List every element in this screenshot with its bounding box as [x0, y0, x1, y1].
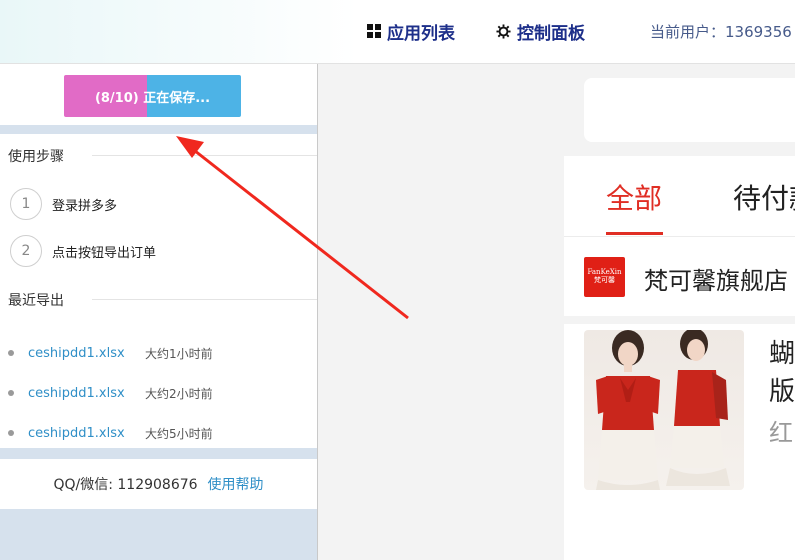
step-number: 2	[10, 235, 42, 267]
panel-footer: QQ/微信: 112908676 使用帮助	[0, 459, 317, 509]
export-progress-button[interactable]: (8/10) 正在保存...	[64, 75, 241, 117]
contact-info: QQ/微信: 112908676	[53, 477, 198, 493]
panel-body: 使用步骤 1 登录拼多多 2 点击按钮导出订单 最近导出 ceshipdd1.x…	[0, 134, 317, 448]
nav-control-label: 控制面板	[517, 23, 585, 44]
store-name[interactable]: 梵可馨旗舰店	[644, 261, 788, 296]
recent-file-time: 大约1小时前	[145, 346, 213, 361]
bullet-icon	[8, 350, 14, 356]
recent-file-time: 大约2小时前	[145, 386, 213, 401]
step-item: 1 登录拼多多	[10, 188, 117, 220]
product-title-line1[interactable]: 蝴	[769, 333, 795, 370]
search-card	[584, 78, 795, 142]
panel-top: (8/10) 正在保存...	[0, 64, 317, 125]
step-label: 登录拼多多	[52, 198, 118, 214]
divider	[564, 236, 795, 237]
recent-file-link[interactable]: ceshipdd1.xlsx	[28, 426, 145, 441]
step-number: 1	[10, 188, 42, 220]
recent-file-link[interactable]: ceshipdd1.xlsx	[28, 346, 145, 361]
tab-all[interactable]: 全部	[606, 177, 662, 217]
divider	[92, 155, 317, 156]
bullet-icon	[8, 430, 14, 436]
store-logo: FanKeXin 梵可馨	[584, 257, 625, 297]
current-user-label: 当前用户：1369356	[650, 23, 792, 41]
recent-file-link[interactable]: ceshipdd1.xlsx	[28, 386, 145, 401]
recent-file-row: ceshipdd1.xlsx 大约1小时前	[8, 344, 213, 362]
recent-file-time: 大约5小时前	[145, 426, 213, 441]
top-header: 应用列表 控制面板 当前用户：1369356	[0, 0, 795, 64]
tab-pending-payment[interactable]: 待付款	[733, 177, 795, 217]
product-spec: 红	[769, 419, 793, 447]
export-panel: (8/10) 正在保存... 使用步骤 1 登录拼多多 2 点击按钮导出订单 最…	[0, 64, 318, 560]
divider	[564, 316, 795, 324]
recent-title: 最近导出	[8, 293, 64, 309]
help-link[interactable]: 使用帮助	[208, 474, 264, 494]
steps-title: 使用步骤	[8, 149, 64, 165]
product-title-line2[interactable]: 版	[769, 371, 795, 408]
divider	[92, 299, 317, 300]
store-logo-text-cn: 梵可馨	[594, 276, 615, 284]
nav-apps-link[interactable]: 应用列表	[367, 18, 455, 44]
recent-file-row: ceshipdd1.xlsx 大约5小时前	[8, 424, 213, 442]
nav-control-panel-link[interactable]: 控制面板	[496, 18, 585, 44]
grid-icon	[367, 24, 381, 38]
nav-apps-label: 应用列表	[387, 23, 455, 44]
bullet-icon	[8, 390, 14, 396]
gear-icon	[496, 23, 511, 39]
tab-active-indicator	[606, 232, 663, 235]
product-image[interactable]	[584, 330, 744, 490]
recent-file-row: ceshipdd1.xlsx 大约2小时前	[8, 384, 213, 402]
step-item: 2 点击按钮导出订单	[10, 235, 156, 267]
step-label: 点击按钮导出订单	[52, 245, 157, 261]
